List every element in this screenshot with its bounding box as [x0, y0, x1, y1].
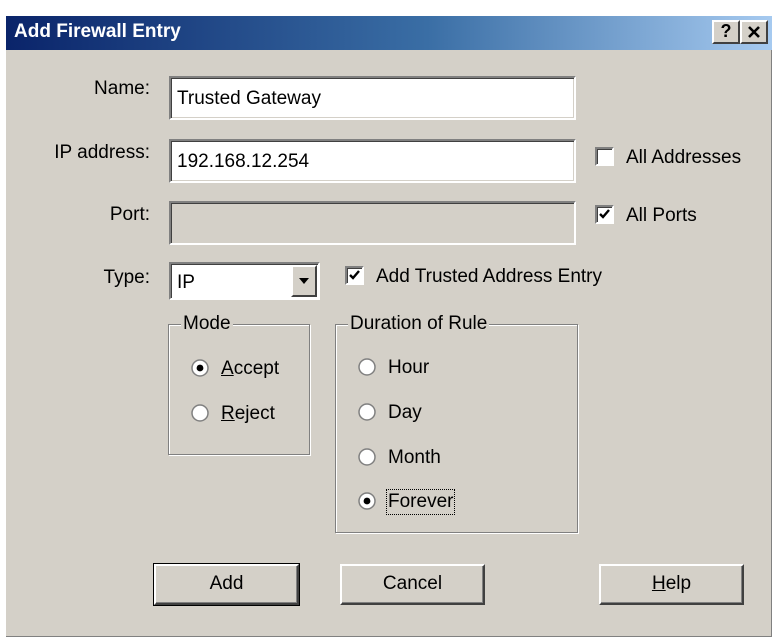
help-button[interactable]: Help	[599, 564, 744, 605]
help-button-label-rest: elp	[665, 573, 692, 594]
name-label: Name:	[94, 78, 150, 99]
accept-label: Accept	[221, 358, 280, 379]
port-input[interactable]	[169, 201, 576, 245]
add-button[interactable]: Add	[153, 563, 300, 606]
all-ports-label: All Ports	[626, 205, 697, 226]
month-radio[interactable]	[358, 448, 376, 466]
name-input[interactable]: Trusted Gateway	[169, 76, 576, 120]
ip-address-input[interactable]: 192.168.12.254	[169, 139, 576, 183]
hour-radio[interactable]	[358, 358, 376, 376]
accept-radio[interactable]	[191, 359, 209, 377]
reject-label: Reject	[221, 403, 275, 424]
help-button-hotkey: H	[651, 573, 666, 594]
help-title-button[interactable]: ?	[712, 20, 740, 44]
mode-groupbox: Mode Accept Reject	[168, 313, 310, 455]
ip-address-label: IP address:	[54, 142, 150, 163]
trusted-address-label: Add Trusted Address Entry	[376, 266, 603, 287]
day-radio[interactable]	[358, 403, 376, 421]
forever-label: Forever	[385, 489, 456, 515]
type-label: Type:	[103, 267, 150, 288]
reject-radio[interactable]	[191, 404, 209, 422]
all-ports-checkbox[interactable]	[595, 205, 614, 224]
trusted-address-checkbox[interactable]	[345, 266, 364, 285]
ip-address-input-value: 192.168.12.254	[177, 151, 310, 172]
type-select-value: IP	[177, 272, 195, 293]
cancel-button[interactable]: Cancel	[340, 564, 485, 605]
day-label: Day	[388, 402, 422, 423]
type-select[interactable]: IP	[169, 262, 320, 300]
close-icon	[748, 26, 760, 38]
title-bar[interactable]: Add Firewall Entry ?	[6, 16, 772, 50]
name-input-value: Trusted Gateway	[177, 88, 321, 109]
close-button[interactable]	[740, 20, 768, 44]
type-dropdown-button[interactable]	[291, 265, 317, 297]
dialog-title: Add Firewall Entry	[14, 21, 181, 42]
forever-radio[interactable]	[358, 492, 376, 510]
duration-legend: Duration of Rule	[348, 313, 490, 335]
checkmark-icon	[349, 270, 360, 280]
checkmark-icon	[599, 209, 610, 219]
duration-groupbox: Duration of Rule Hour Day Month Forever	[335, 313, 578, 533]
hour-label: Hour	[388, 357, 430, 378]
all-addresses-label: All Addresses	[626, 147, 742, 168]
add-firewall-entry-dialog: Add Firewall Entry ? Name: Trusted Gatew…	[6, 16, 772, 637]
mode-legend: Mode	[181, 313, 233, 335]
all-addresses-checkbox[interactable]	[595, 147, 614, 166]
chevron-down-icon	[299, 278, 309, 284]
port-label: Port:	[109, 204, 150, 225]
month-label: Month	[388, 447, 441, 468]
